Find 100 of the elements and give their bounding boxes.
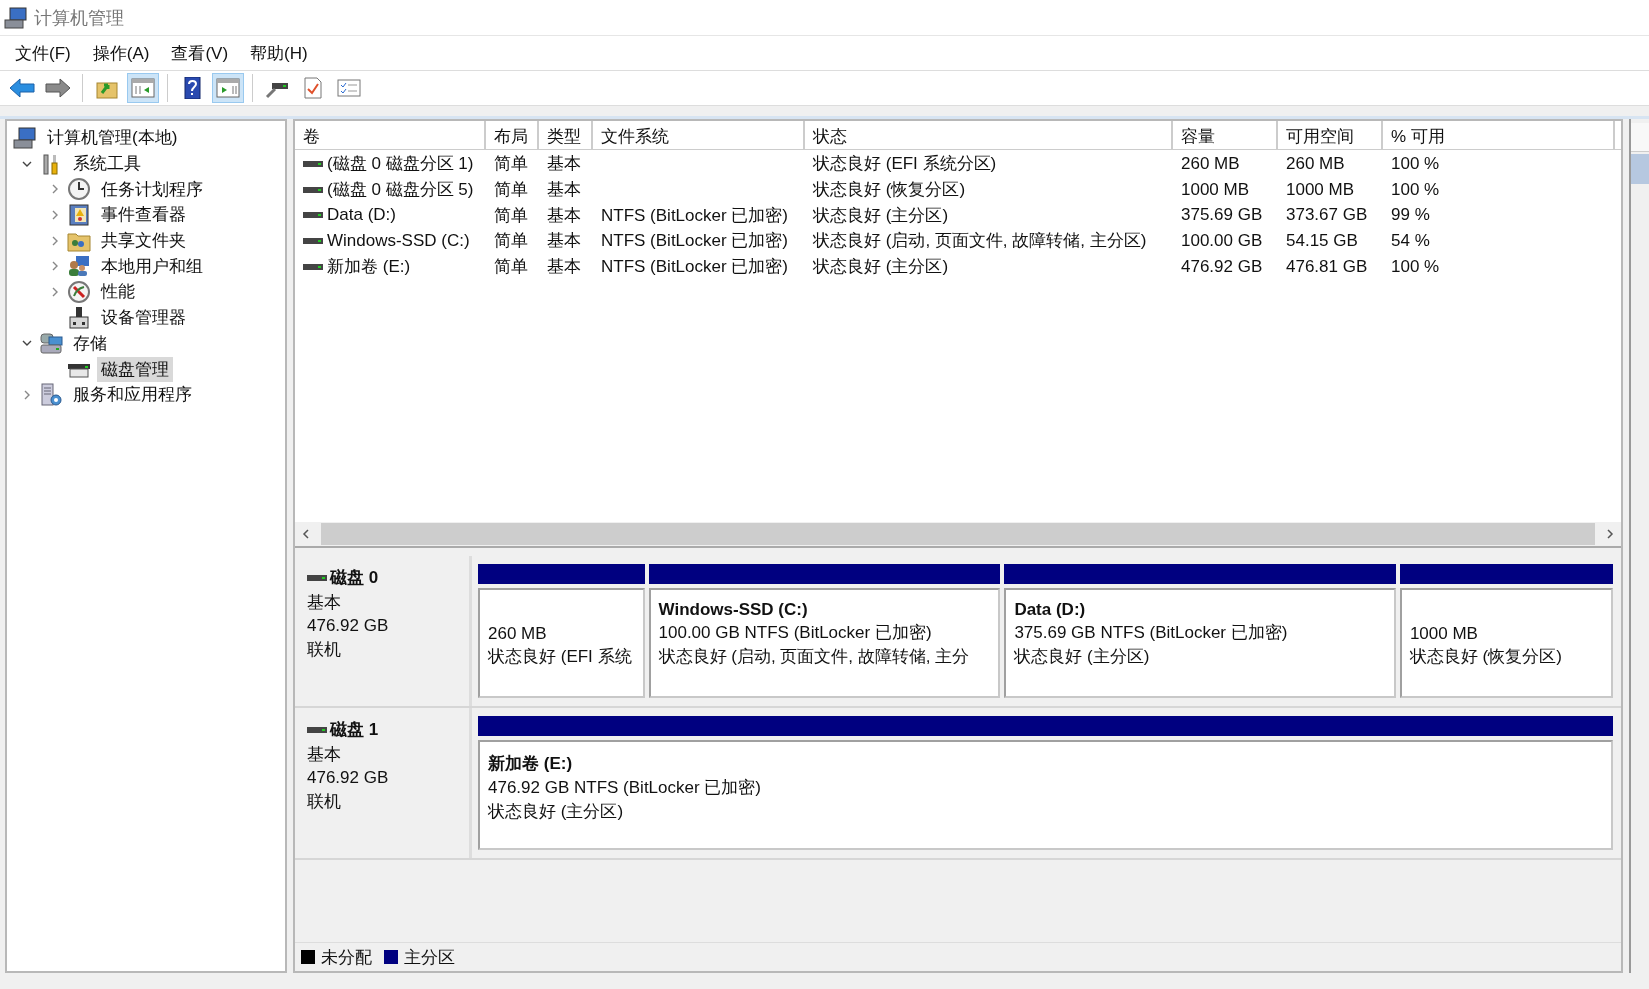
table-cell-text: 基本: [547, 256, 581, 279]
chevron-right-icon[interactable]: [22, 389, 32, 400]
tree-item[interactable]: 性能: [97, 279, 139, 305]
partition-title: 新加卷 (E:): [488, 753, 574, 775]
table-cell-text: 基本: [547, 179, 581, 202]
server-icon: [39, 382, 63, 407]
table-cell: 99 %: [1391, 205, 1430, 226]
table-cell-text: 简单: [494, 230, 528, 253]
window-title: 计算机管理: [34, 6, 124, 30]
table-cell-text: 基本: [547, 230, 581, 253]
computer-icon: [4, 5, 28, 30]
partition-size: 375.69 GB NTFS (BitLocker 已加密): [1014, 622, 1289, 644]
disk-name: 磁盘 1: [330, 719, 379, 741]
table-cell-text: 简单: [494, 204, 528, 227]
drive-icon: [307, 724, 327, 735]
computer-icon: [13, 125, 37, 150]
drive-icon: [307, 572, 327, 583]
disk-size: 476.92 GB: [307, 616, 390, 636]
partition-title: Data (D:): [1014, 600, 1087, 620]
menu-item[interactable]: 文件(F): [6, 37, 80, 69]
menu-item[interactable]: 操作(A): [83, 37, 159, 69]
tree-item[interactable]: 共享文件夹: [97, 228, 190, 254]
disk-status: 联机: [307, 639, 342, 661]
table-cell: 373.67 GB: [1286, 205, 1368, 226]
drive-icon: [303, 261, 323, 272]
table-cell: Data (D:): [327, 205, 396, 226]
drive-icon: [303, 235, 323, 246]
table-cell: 100 %: [1391, 153, 1440, 174]
table-cell-text: 状态良好 (主分区): [813, 204, 949, 227]
menu-item[interactable]: 帮助(H): [241, 37, 317, 69]
table-cell-text: 状态良好 (恢复分区): [813, 179, 966, 202]
partition-status: 状态良好 (启动, 页面文件, 故障转储, 主分: [658, 646, 971, 668]
storage-icon: [39, 331, 63, 356]
tree-item[interactable]: 本地用户和组: [97, 253, 207, 279]
gauge-icon: [67, 279, 91, 304]
table-cell-text: (磁盘 0 磁盘分区 5): [327, 179, 474, 202]
partition-box[interactable]: Windows-SSD (C:) 100.00 GB NTFS (BitLocker 已加密) 状态良好 (启动, 页面文件, 故障转储, 主分: [648, 588, 1001, 698]
table-cell: 476.92 GB: [1181, 256, 1263, 277]
partition-size: 100.00 GB NTFS (BitLocker 已加密): [658, 622, 933, 644]
chevron-right-icon[interactable]: [50, 209, 60, 220]
chevron-right-icon[interactable]: [50, 235, 60, 246]
chevron-right-icon[interactable]: [50, 184, 60, 195]
table-cell-text: (磁盘 0 磁盘分区 1): [327, 153, 474, 176]
table-cell-text: 状态良好 (启动, 页面文件, 故障转储, 主分区): [813, 230, 1147, 253]
table-cell: 1000 MB: [1286, 179, 1355, 200]
table-cell: 100 %: [1391, 256, 1440, 277]
table-cell-text: 简单: [494, 179, 528, 202]
legend-label: 未分配: [321, 946, 372, 969]
partition-status: 状态良好 (主分区): [488, 801, 625, 823]
drive-icon: [303, 184, 323, 195]
table-cell: 1000 MB: [1181, 179, 1250, 200]
tree-item[interactable]: 计算机管理(本地): [43, 125, 182, 151]
partition-status: 状态良好 (主分区): [1014, 646, 1151, 668]
table-cell-text: 状态良好 (主分区): [813, 256, 949, 279]
disk-type: 基本: [307, 744, 342, 766]
table-cell-text: NTFS (BitLocker 已加密): [601, 204, 789, 227]
partition-size: 260 MB: [488, 624, 548, 644]
table-cell: 100.00 GB: [1181, 230, 1263, 251]
table-cell: 100 %: [1391, 179, 1440, 200]
tree-item[interactable]: 服务和应用程序: [69, 382, 196, 408]
table-cell-text: 基本: [547, 204, 581, 227]
clock-icon: [67, 177, 91, 202]
table-cell: 476.81 GB: [1286, 256, 1368, 277]
partition-title: Windows-SSD (C:): [658, 600, 809, 620]
partition-size: 476.92 GB NTFS (BitLocker 已加密): [488, 777, 763, 799]
tree-item[interactable]: 存储: [69, 330, 111, 356]
table-cell-text: NTFS (BitLocker 已加密): [601, 230, 789, 253]
tree-item[interactable]: 任务计划程序: [97, 176, 207, 202]
scrollbar-thumb[interactable]: [321, 523, 1595, 545]
table-cell-text: NTFS (BitLocker 已加密): [601, 256, 789, 279]
partition-status: 状态良好 (恢复分区): [1409, 646, 1563, 668]
tree-item[interactable]: 设备管理器: [97, 305, 190, 331]
tree-item[interactable]: 事件查看器: [97, 202, 190, 228]
table-cell-text: 状态良好 (EFI 系统分区): [813, 153, 997, 176]
drive-icon: [303, 158, 323, 169]
disk-type: 基本: [307, 592, 342, 614]
partition-status: 状态良好 (EFI 系统: [488, 646, 633, 668]
partition-box[interactable]: 新加卷 (E:) 476.92 GB NTFS (BitLocker 已加密) 状态良好 (主分区): [478, 740, 1613, 850]
disk-name: 磁盘 0: [330, 567, 379, 589]
chevron-right-icon[interactable]: [50, 286, 60, 297]
table-cell: 260 MB: [1181, 153, 1240, 174]
drive-icon: [303, 210, 323, 221]
notebook-icon: [67, 202, 91, 227]
device-icon: [67, 305, 91, 330]
table-cell-text: 新加卷 (E:): [327, 256, 411, 279]
table-cell-text: 基本: [547, 153, 581, 176]
table-cell: 260 MB: [1286, 153, 1345, 174]
partition-box[interactable]: 260 MB 状态良好 (EFI 系统: [478, 588, 645, 698]
chevron-right-icon[interactable]: [50, 261, 60, 272]
disk-status: 联机: [307, 791, 342, 813]
legend-label: 主分区: [404, 946, 455, 969]
table-cell-text: 简单: [494, 256, 528, 279]
table-cell: 54.15 GB: [1286, 230, 1358, 251]
tree-item[interactable]: 磁盘管理: [97, 356, 173, 382]
partition-box[interactable]: 1000 MB 状态良好 (恢复分区): [1399, 588, 1613, 698]
menu-item[interactable]: 查看(V): [162, 37, 238, 69]
partition-box[interactable]: Data (D:) 375.69 GB NTFS (BitLocker 已加密) 状态良好 (主分区): [1004, 588, 1396, 698]
table-cell-text: 简单: [494, 153, 528, 176]
tree-item[interactable]: 系统工具: [69, 151, 145, 177]
users-icon: [67, 254, 91, 279]
